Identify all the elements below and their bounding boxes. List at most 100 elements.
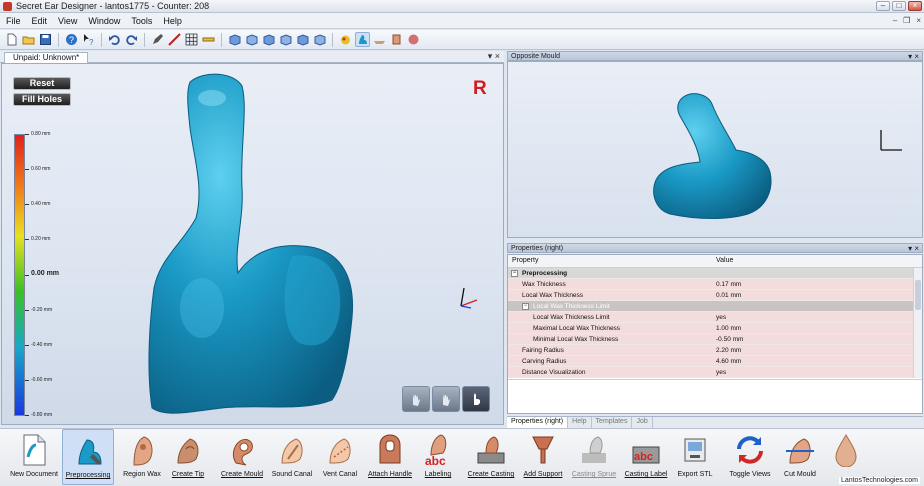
cut-mould-icon bbox=[786, 438, 814, 464]
property-row[interactable]: Local Wax Thickness 0.01 mm bbox=[508, 290, 922, 301]
tab-job[interactable]: Job bbox=[632, 417, 653, 428]
menu-help[interactable]: Help bbox=[163, 16, 182, 26]
create-casting-icon bbox=[477, 436, 505, 464]
sound-canal-button[interactable]: Sound Canal bbox=[266, 429, 318, 485]
view-cube-right-icon[interactable] bbox=[278, 32, 293, 47]
pin-icon[interactable]: ▾ bbox=[908, 52, 912, 61]
tab-properties[interactable]: Properties (right) bbox=[507, 417, 569, 428]
view-cube-top-icon[interactable] bbox=[295, 32, 310, 47]
property-row[interactable]: Fairing Radius 2.20 mm bbox=[508, 345, 922, 356]
ruler-icon[interactable] bbox=[201, 32, 216, 47]
slice-icon[interactable] bbox=[167, 32, 182, 47]
rotate-hand-button[interactable] bbox=[402, 386, 430, 412]
close-tab-icon[interactable]: × bbox=[495, 51, 500, 61]
mdi-minimize-icon[interactable]: – bbox=[893, 16, 897, 25]
properties-title: Properties (right) bbox=[511, 245, 564, 252]
pan-hand-button[interactable] bbox=[432, 386, 460, 412]
properties-header: Properties (right) ▾ × bbox=[507, 243, 923, 253]
close-pane-icon[interactable]: × bbox=[914, 52, 919, 61]
context-help-icon[interactable]: ? bbox=[81, 32, 96, 47]
close-pane-icon[interactable]: × bbox=[914, 244, 919, 253]
toggle-views-button[interactable]: Toggle Views bbox=[724, 429, 776, 485]
menu-window[interactable]: Window bbox=[88, 16, 120, 26]
help-icon[interactable]: ? bbox=[64, 32, 79, 47]
region-wax-icon bbox=[133, 436, 153, 466]
menu-view[interactable]: View bbox=[58, 16, 77, 26]
vent-canal-button[interactable]: Vent Canal bbox=[314, 429, 366, 485]
colorbar-label: -0.40 mm bbox=[31, 342, 53, 348]
open-icon[interactable] bbox=[21, 32, 36, 47]
export-stl-button[interactable]: Export STL bbox=[672, 429, 718, 485]
menu-tools[interactable]: Tools bbox=[131, 16, 152, 26]
property-scrollbar[interactable] bbox=[913, 268, 922, 378]
new-icon[interactable] bbox=[4, 32, 19, 47]
main-3d-viewport[interactable]: Reset Fill Holes R 0.80 mm 0.60 mm 0.40 … bbox=[1, 63, 504, 425]
opposite-mould-header: Opposite Mould ▾ × bbox=[507, 51, 923, 61]
add-support-button[interactable]: Add Support bbox=[518, 429, 568, 485]
tool-c-icon[interactable] bbox=[406, 32, 421, 47]
property-category-row[interactable]: − Preprocessing bbox=[508, 268, 922, 279]
tool-b-icon[interactable] bbox=[389, 32, 404, 47]
opposite-mould-viewport[interactable] bbox=[507, 61, 923, 238]
create-mould-button[interactable]: Create Mould bbox=[214, 429, 270, 485]
preprocessing-button[interactable]: Preprocessing bbox=[62, 429, 114, 485]
toggle-views-icon bbox=[737, 436, 763, 464]
casting-sprue-button[interactable]: Casting Sprue bbox=[568, 429, 620, 485]
mdi-close-icon[interactable]: × bbox=[916, 16, 921, 25]
collapse-icon[interactable]: − bbox=[511, 270, 518, 277]
tab-help[interactable]: Help bbox=[568, 417, 592, 428]
cut-mould-button[interactable]: Cut Mould bbox=[776, 429, 824, 485]
colorbar-label: 0.40 mm bbox=[31, 201, 51, 207]
view-cube-left-icon[interactable] bbox=[261, 32, 276, 47]
menu-file[interactable]: File bbox=[6, 16, 21, 26]
minimize-button[interactable]: – bbox=[876, 1, 890, 11]
pin-icon[interactable]: ▾ bbox=[488, 51, 493, 61]
app-window: Secret Ear Designer - lantos1775 - Count… bbox=[0, 0, 924, 486]
color-shell-icon[interactable] bbox=[338, 32, 353, 47]
menu-edit[interactable]: Edit bbox=[32, 16, 48, 26]
pen-icon[interactable] bbox=[150, 32, 165, 47]
tab-templates[interactable]: Templates bbox=[592, 417, 633, 428]
mdi-restore-icon[interactable]: ❐ bbox=[903, 16, 910, 25]
colorbar-label: 0.80 mm bbox=[31, 131, 51, 137]
attach-handle-button[interactable]: Attach Handle bbox=[364, 429, 416, 485]
collapse-icon[interactable]: − bbox=[522, 303, 529, 310]
create-tip-button[interactable]: Create Tip bbox=[162, 429, 214, 485]
property-subcategory-row[interactable]: − Local Wax Thickness Limit bbox=[508, 301, 922, 312]
sound-canal-icon bbox=[281, 438, 303, 464]
colorbar-label: 0.60 mm bbox=[31, 166, 51, 172]
fill-holes-button[interactable]: Fill Holes bbox=[13, 93, 71, 106]
property-row[interactable]: Maximal Local Wax Thickness 1.00 mm bbox=[508, 323, 922, 334]
view-cube-front-icon[interactable] bbox=[227, 32, 242, 47]
title-bar: Secret Ear Designer - lantos1775 - Count… bbox=[0, 0, 924, 13]
preprocessing-icon bbox=[78, 439, 102, 465]
select-hand-button[interactable] bbox=[462, 386, 490, 412]
tool-a-icon[interactable] bbox=[372, 32, 387, 47]
svg-text:?: ? bbox=[89, 38, 94, 46]
create-tip-icon bbox=[177, 438, 199, 464]
shell-display-icon[interactable] bbox=[355, 32, 370, 47]
property-row[interactable]: Minimal Local Wax Thickness -0.50 mm bbox=[508, 334, 922, 345]
pin-icon[interactable]: ▾ bbox=[908, 244, 912, 253]
grid-icon[interactable] bbox=[184, 32, 199, 47]
view-cube-bottom-icon[interactable] bbox=[312, 32, 327, 47]
property-row[interactable]: Distance Visualization yes bbox=[508, 367, 922, 378]
redo-icon[interactable] bbox=[124, 32, 139, 47]
region-wax-button[interactable]: Region Wax bbox=[116, 429, 168, 485]
casting-label-button[interactable]: abc Casting Label bbox=[620, 429, 672, 485]
document-tab[interactable]: Unpaid: Unknown* bbox=[4, 52, 89, 63]
property-row[interactable]: Carving Radius 4.60 mm bbox=[508, 356, 922, 367]
close-button[interactable]: × bbox=[908, 1, 922, 11]
view-cube-back-icon[interactable] bbox=[244, 32, 259, 47]
save-icon[interactable] bbox=[38, 32, 53, 47]
create-casting-button[interactable]: Create Casting bbox=[464, 429, 518, 485]
property-row[interactable]: Local Wax Thickness Limit yes bbox=[508, 312, 922, 323]
new-document-button[interactable]: New Document bbox=[8, 429, 60, 485]
window-title: Secret Ear Designer - lantos1775 - Count… bbox=[16, 1, 210, 11]
reset-button[interactable]: Reset bbox=[13, 77, 71, 90]
property-row[interactable]: Wax Thickness 0.17 mm bbox=[508, 279, 922, 290]
maximize-button[interactable]: □ bbox=[892, 1, 906, 11]
undo-icon[interactable] bbox=[107, 32, 122, 47]
labeling-icon: abc bbox=[425, 434, 447, 467]
labeling-button[interactable]: abc Labeling bbox=[412, 429, 464, 485]
